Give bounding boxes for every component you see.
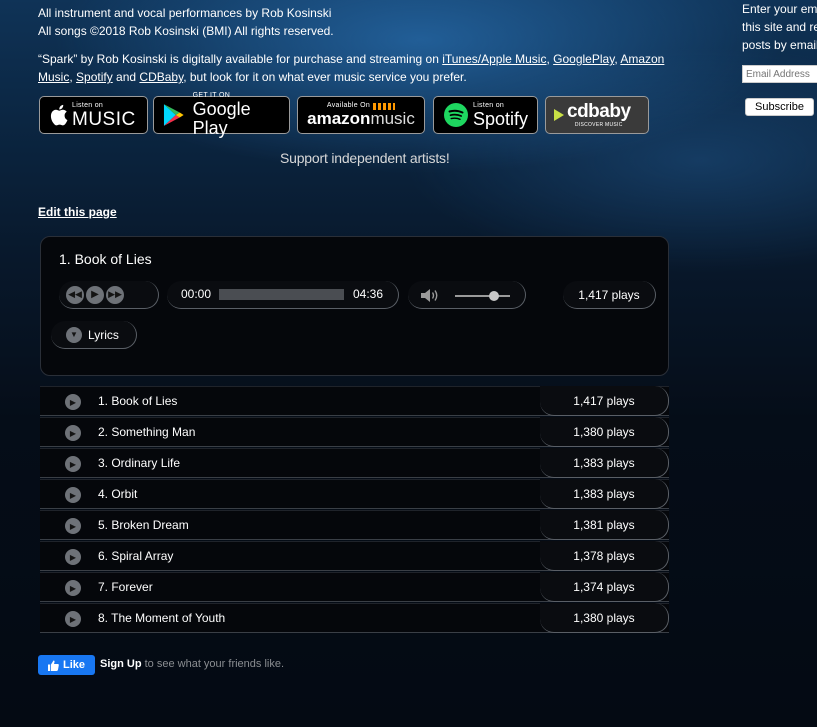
availability-post: , but look for it on what ever music ser…: [183, 70, 467, 84]
track-title: 5. Broken Dream: [98, 518, 189, 532]
track-title: 2. Something Man: [98, 425, 196, 439]
plays-count: 1,417 plays: [578, 287, 640, 302]
badge-big-text: Spotify: [473, 108, 529, 129]
like-label: Like: [62, 659, 85, 671]
lyrics-label: Lyrics: [88, 327, 119, 342]
track-title: 3. Ordinary Life: [98, 456, 181, 470]
track-row[interactable]: ▶ 2. Something Man 1,380 plays: [40, 417, 669, 447]
track-row[interactable]: ▶ 6. Spiral Array 1,378 plays: [40, 541, 669, 571]
transport-controls: ◀◀ ▶ ▶▶: [59, 281, 159, 309]
track-row[interactable]: ▶ 5. Broken Dream 1,381 plays: [40, 510, 669, 540]
plays-counter: 1,417 plays: [563, 281, 656, 309]
play-icon[interactable]: ▶: [86, 285, 104, 304]
subscribe-line-3: posts by email: [742, 38, 817, 52]
track-plays: 1,374 plays: [540, 572, 669, 602]
badge-big-text: amazon: [307, 109, 371, 128]
track-row[interactable]: ▶ 4. Orbit 1,383 plays: [40, 479, 669, 509]
play-icon[interactable]: ▶: [65, 394, 81, 410]
now-playing-title: 1. Book of Lies: [59, 251, 152, 267]
volume-slider[interactable]: [455, 295, 510, 297]
track-plays: 1,383 plays: [540, 448, 669, 478]
spotify-icon: [444, 103, 468, 127]
track-title: 8. The Moment of Youth: [98, 611, 226, 625]
play-icon[interactable]: ▶: [65, 487, 81, 503]
track-title: 6. Spiral Array: [98, 549, 174, 563]
credits-line-1: All instrument and vocal performances by…: [38, 6, 332, 20]
audio-player: 1. Book of Lies ◀◀ ▶ ▶▶ 00:00 04:36 1,41…: [40, 236, 669, 376]
track-title: 4. Orbit: [98, 487, 138, 501]
rewind-icon[interactable]: ◀◀: [66, 285, 84, 304]
spotify-link[interactable]: Spotify: [76, 70, 113, 84]
track-plays: 1,380 plays: [540, 417, 669, 447]
facebook-signup-link[interactable]: Sign Up: [100, 658, 142, 670]
track-row[interactable]: ▶ 8. The Moment of Youth 1,380 plays: [40, 603, 669, 633]
play-icon[interactable]: ▶: [65, 518, 81, 534]
itunes-link[interactable]: iTunes/Apple Music: [442, 52, 546, 66]
google-play-badge[interactable]: GET IT ON Google Play: [153, 92, 290, 138]
amazon-music-badge[interactable]: Available On amazonmusic: [297, 96, 425, 134]
cdbaby-link[interactable]: CDBaby: [139, 70, 183, 84]
track-title: 7. Forever: [98, 580, 153, 594]
availability-pre: “Spark” by Rob Kosinski is digitally ava…: [38, 52, 443, 66]
apple-music-badge[interactable]: Listen on MUSIC: [39, 96, 148, 134]
facebook-social-text: Sign Up to see what your friends like.: [100, 658, 284, 670]
volume-handle[interactable]: [488, 291, 499, 301]
track-plays: 1,378 plays: [540, 541, 669, 571]
facebook-rest-text: to see what your friends like.: [141, 658, 285, 670]
volume-icon[interactable]: [420, 288, 440, 303]
cdbaby-icon: [554, 109, 564, 121]
play-icon[interactable]: ▶: [65, 425, 81, 441]
track-title: 1. Book of Lies: [98, 394, 178, 408]
play-icon[interactable]: ▶: [65, 580, 81, 596]
apple-icon: [50, 104, 68, 126]
badge-big-text: MUSIC: [72, 108, 136, 130]
support-tagline: Support independent artists!: [280, 150, 450, 166]
fast-forward-icon[interactable]: ▶▶: [106, 285, 124, 304]
current-time: 00:00: [181, 287, 212, 301]
googleplay-link[interactable]: GooglePlay: [553, 52, 614, 66]
amazon-icon: Available On amazonmusic: [307, 102, 415, 128]
separator: and: [112, 70, 140, 84]
play-icon[interactable]: ▶: [65, 611, 81, 627]
spotify-badge[interactable]: Listen on Spotify: [433, 96, 538, 134]
progress-bar[interactable]: [219, 289, 344, 300]
google-play-icon: [163, 104, 184, 126]
track-row[interactable]: ▶ 1. Book of Lies 1,417 plays: [40, 386, 669, 416]
lyrics-button[interactable]: ▼ Lyrics: [51, 321, 137, 349]
badge-small-text: DISCOVER MUSIC: [574, 121, 623, 128]
duration: 04:36: [353, 287, 384, 301]
track-plays: 1,380 plays: [540, 603, 669, 633]
badge-big-text-2: music: [370, 109, 415, 128]
subscribe-line-2: this site and re: [742, 20, 817, 34]
play-icon[interactable]: ▶: [65, 549, 81, 565]
track-plays: 1,417 plays: [540, 386, 669, 416]
track-plays: 1,381 plays: [540, 510, 669, 540]
separator: ,: [69, 70, 77, 84]
thumbs-up-icon: [47, 660, 59, 671]
play-icon[interactable]: ▶: [65, 456, 81, 472]
track-row[interactable]: ▶ 3. Ordinary Life 1,383 plays: [40, 448, 669, 478]
availability-text: “Spark” by Rob Kosinski is digitally ava…: [38, 50, 678, 86]
chevron-down-icon: ▼: [66, 326, 82, 343]
email-field[interactable]: [742, 65, 817, 83]
badge-big-text: Google Play: [192, 99, 251, 138]
track-plays: 1,383 plays: [540, 479, 669, 509]
track-row[interactable]: ▶ 7. Forever 1,374 plays: [40, 572, 669, 602]
credits-line-2: All songs ©2018 Rob Kosinski (BMI) All r…: [38, 24, 334, 38]
subscribe-description: Enter your em this site and re posts by …: [742, 0, 817, 54]
subscribe-button[interactable]: Subscribe: [745, 98, 814, 116]
facebook-like-button[interactable]: Like: [38, 655, 95, 675]
badge-big-text: cdbaby: [567, 100, 631, 122]
subscribe-line-1: Enter your em: [742, 2, 817, 16]
edit-page-link[interactable]: Edit this page: [38, 205, 117, 219]
cdbaby-badge[interactable]: cdbaby DISCOVER MUSIC: [545, 96, 649, 134]
